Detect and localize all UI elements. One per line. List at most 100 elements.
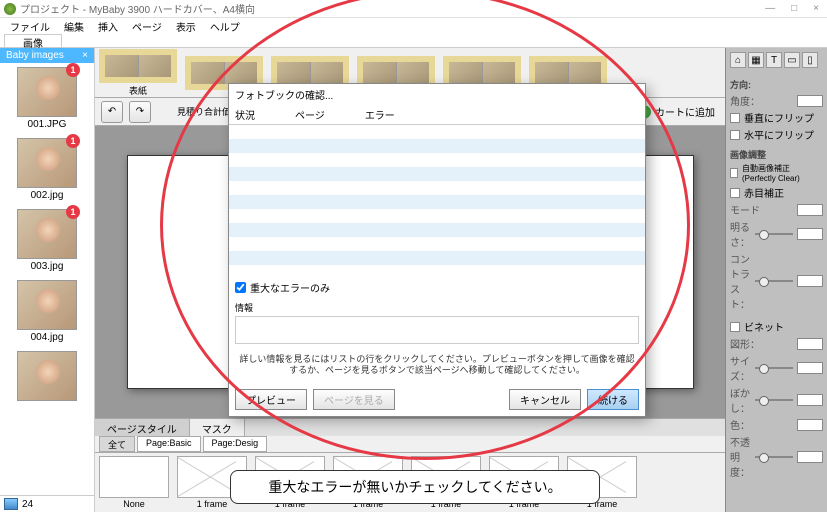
maximize-button[interactable]: □ (787, 3, 801, 14)
rp-redeye-check[interactable] (730, 188, 740, 198)
rp-size-label: サイズ： (730, 353, 751, 383)
thumb-badge: 1 (66, 205, 80, 219)
rp-color-label: 色： (730, 417, 793, 432)
menu-edit[interactable]: 編集 (58, 19, 90, 34)
rp-contrast-input[interactable] (797, 275, 823, 287)
thumb-item[interactable]: 1 001.JPG (4, 67, 90, 130)
check-dialog: フォトブックの確認... 状況 ページ エラー 重大なエラーのみ 情報 詳しい情… (228, 83, 646, 417)
list-row[interactable] (229, 139, 645, 153)
dialog-info-box (235, 316, 639, 344)
rp-mode-input[interactable] (797, 204, 823, 216)
undo-button[interactable]: ↶ (101, 101, 123, 123)
thumb-item[interactable]: 1 002.jpg (4, 138, 90, 201)
rp-flip-h-label: 水平にフリップ (744, 127, 814, 142)
rp-blur-slider[interactable] (755, 395, 793, 405)
subtab-basic[interactable]: Page:Basic (137, 436, 201, 452)
rp-brightness-slider[interactable] (755, 229, 793, 239)
thumb-item[interactable]: 1 003.jpg (4, 209, 90, 272)
rp-opacity-label: 不透明度： (730, 434, 751, 479)
thumb-item[interactable] (4, 351, 90, 401)
filmstrip-frame[interactable]: 表紙 (99, 49, 177, 97)
sidebar-tab-close[interactable]: × (82, 50, 88, 61)
list-row[interactable] (229, 181, 645, 195)
rp-tab-page-icon[interactable]: ▯ (802, 52, 818, 68)
frame-label: 表紙 (129, 84, 147, 97)
template-item[interactable]: None (99, 456, 169, 509)
minimize-button[interactable]: — (761, 3, 779, 14)
col-error: エラー (365, 107, 395, 122)
rp-contrast-label: コントラスト： (730, 251, 751, 311)
list-row[interactable] (229, 125, 645, 139)
properties-panel: ⌂ ▦ T ▭ ▯ 方向: 角度： 垂直にフリップ 水平にフリップ 画像調整 自… (725, 48, 827, 512)
thumb-label: 002.jpg (4, 190, 90, 201)
rp-shape-input[interactable] (797, 338, 823, 350)
dialog-error-list[interactable] (229, 125, 645, 276)
list-row[interactable] (229, 167, 645, 181)
rp-tab-image-icon[interactable]: ▦ (748, 52, 764, 68)
menu-view[interactable]: 表示 (170, 19, 202, 34)
rp-color-input[interactable] (797, 419, 823, 431)
thumb-image (17, 280, 77, 330)
list-row[interactable] (229, 237, 645, 251)
col-page: ページ (295, 107, 325, 122)
list-row[interactable] (229, 223, 645, 237)
rp-tab-text-icon[interactable]: T (766, 52, 782, 68)
thumb-badge: 1 (66, 63, 80, 77)
rp-brightness-input[interactable] (797, 228, 823, 240)
list-row[interactable] (229, 265, 645, 276)
rp-angle-input[interactable] (797, 95, 823, 107)
dialog-preview-button[interactable]: プレビュー (235, 389, 307, 410)
window-title: プロジェクト - MyBaby 3900 ハードカバー、A4横向 (20, 1, 761, 16)
list-row[interactable] (229, 153, 645, 167)
list-row[interactable] (229, 251, 645, 265)
rp-enhance-title: 画像調整 (730, 148, 823, 161)
rp-blur-label: ぼかし： (730, 385, 751, 415)
rp-contrast-slider[interactable] (755, 276, 793, 286)
rp-vignette-check[interactable] (730, 322, 740, 332)
sidebar-footer: 24 (0, 495, 94, 512)
rp-size-input[interactable] (797, 362, 823, 374)
dialog-filter-checkbox[interactable]: 重大なエラーのみ (235, 280, 639, 295)
sidebar-tab[interactable]: Baby images × (0, 48, 94, 63)
subtab-design[interactable]: Page:Desig (203, 436, 268, 452)
dialog-continue-button[interactable]: 続ける (587, 389, 639, 410)
rp-tab-home-icon[interactable]: ⌂ (730, 52, 746, 68)
sidebar-tab-label: Baby images (6, 50, 64, 61)
app-icon (4, 3, 16, 15)
rp-opacity-slider[interactable] (755, 452, 793, 462)
tab-mask[interactable]: マスク (190, 419, 245, 436)
rp-blur-input[interactable] (797, 394, 823, 406)
rp-redeye-label: 赤目補正 (744, 185, 784, 200)
thumb-item[interactable]: 004.jpg (4, 280, 90, 343)
rp-flip-v-check[interactable] (730, 113, 740, 123)
rp-tab-shape-icon[interactable]: ▭ (784, 52, 800, 68)
menu-insert[interactable]: 挿入 (92, 19, 124, 34)
redo-button[interactable]: ↷ (129, 101, 151, 123)
instruction-callout: 重大なエラーが無いかチェックしてください。 (230, 470, 600, 504)
menu-file[interactable]: ファイル (4, 19, 56, 34)
menu-help[interactable]: ヘルプ (204, 19, 246, 34)
dialog-filter-label: 重大なエラーのみ (250, 280, 330, 295)
rp-mode-label: モード (730, 202, 793, 217)
tab-page-style[interactable]: ページスタイル (95, 419, 190, 436)
ribbon-tab-image[interactable]: 画像 (4, 34, 62, 47)
close-button[interactable]: × (809, 3, 823, 14)
list-row[interactable] (229, 209, 645, 223)
list-row[interactable] (229, 195, 645, 209)
dialog-view-page-button[interactable]: ページを見る (313, 389, 395, 410)
dialog-cancel-button[interactable]: キャンセル (509, 389, 581, 410)
cart-label: カートに追加 (655, 104, 715, 119)
rp-shape-label: 図形： (730, 336, 793, 351)
menu-page[interactable]: ページ (126, 19, 168, 34)
thumb-badge: 1 (66, 134, 80, 148)
thumb-label: 001.JPG (4, 119, 90, 130)
dialog-hint: 詳しい情報を見るにはリストの行をクリックしてください。プレビューボタンを押して画… (229, 348, 645, 383)
thumb-label: 003.jpg (4, 261, 90, 272)
rp-size-slider[interactable] (755, 363, 793, 373)
rp-opacity-input[interactable] (797, 451, 823, 463)
rp-autocorrect-check[interactable] (730, 168, 738, 178)
rp-flip-h-check[interactable] (730, 130, 740, 140)
menu-bar: ファイル 編集 挿入 ページ 表示 ヘルプ (0, 18, 827, 34)
folder-icon[interactable] (4, 498, 18, 510)
subtab-all[interactable]: 全て (99, 436, 135, 452)
